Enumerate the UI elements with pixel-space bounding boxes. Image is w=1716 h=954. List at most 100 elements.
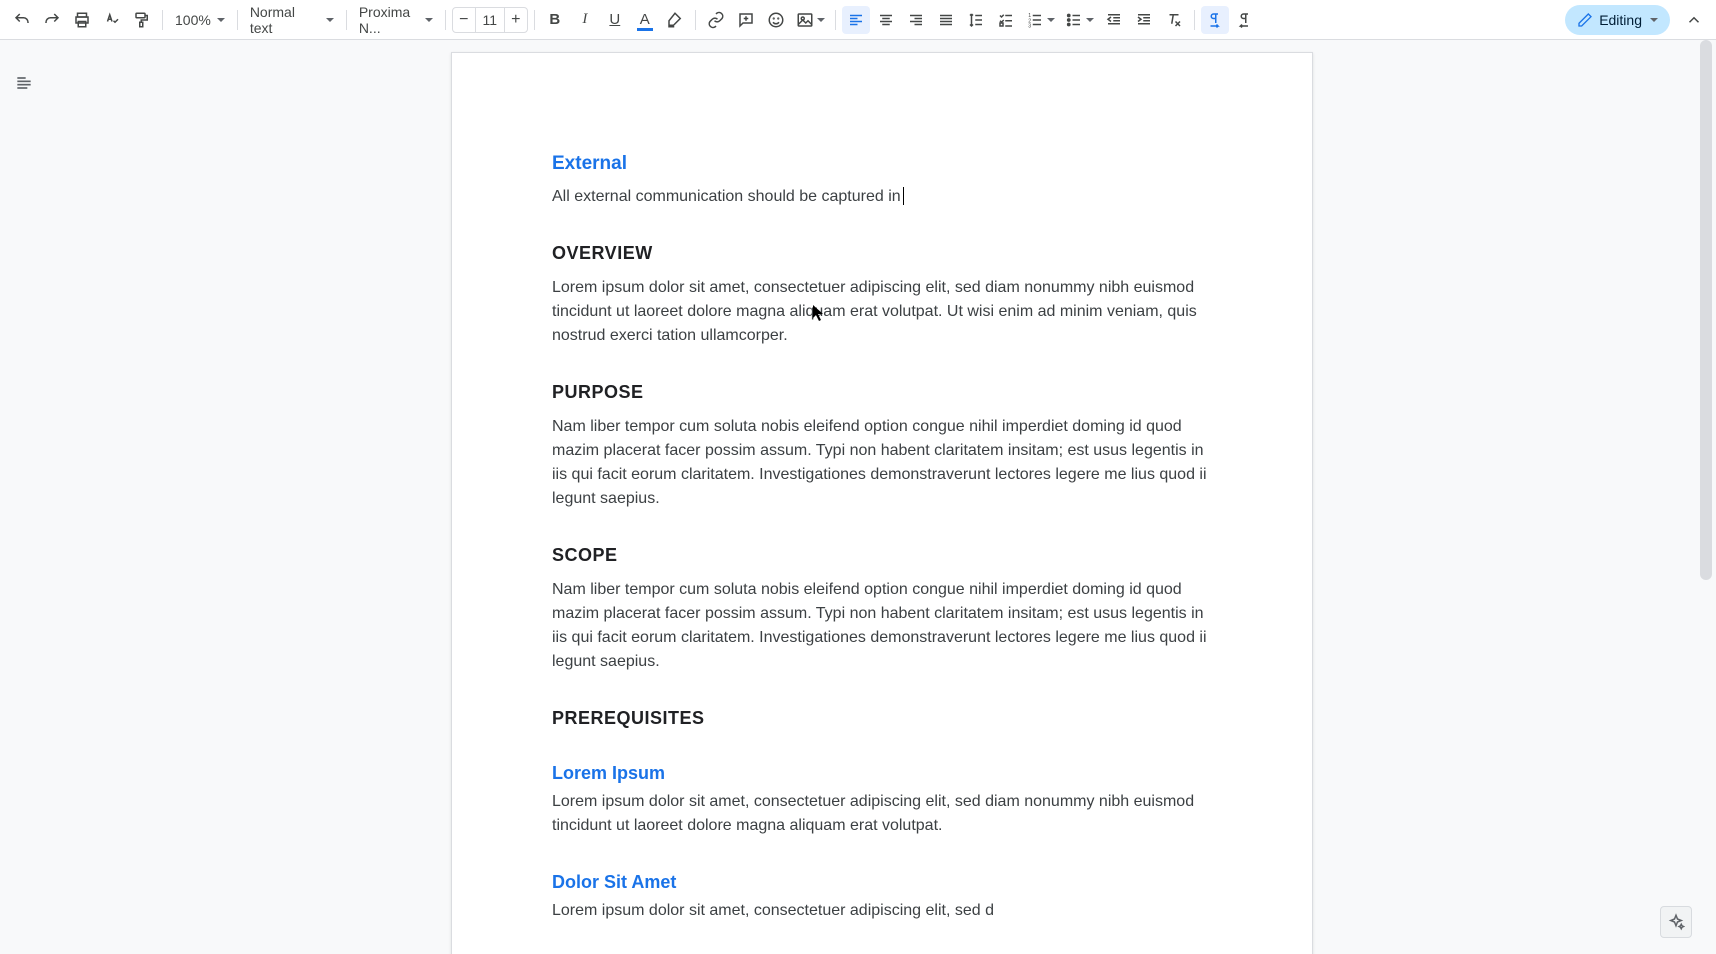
section-heading[interactable]: Dolor Sit Amet [552,872,1212,893]
print-button[interactable] [68,6,96,34]
undo-icon [13,11,31,29]
show-outline-button[interactable] [9,68,39,98]
font-dropdown[interactable]: Proxima N... [353,6,439,34]
align-center-button[interactable] [872,6,900,34]
separator [162,10,163,30]
bold-button[interactable]: B [541,6,569,34]
redo-button[interactable] [38,6,66,34]
chevron-down-icon [425,18,433,22]
document-canvas[interactable]: External All external communication shoul… [48,40,1716,954]
separator [1194,10,1195,30]
left-sidebar [0,40,48,954]
separator [534,10,535,30]
undo-button[interactable] [8,6,36,34]
font-name: Proxima N... [359,4,419,36]
insert-image-button[interactable] [792,6,829,34]
chevron-down-icon [326,18,334,22]
collapse-toolbar-button[interactable] [1680,6,1708,34]
highlighter-icon [666,11,684,29]
separator [346,10,347,30]
ltr-button[interactable] [1201,6,1229,34]
doc-section[interactable]: Lorem Ipsum Lorem ipsum dolor sit amet, c… [552,763,1212,838]
paint-format-button[interactable] [128,6,156,34]
decrease-font-size-button[interactable]: − [453,8,475,32]
doc-section[interactable]: OVERVIEW Lorem ipsum dolor sit amet, cons… [552,243,1212,348]
separator [237,10,238,30]
scrollbar-track[interactable] [1700,40,1712,954]
chevron-down-icon [1650,18,1658,22]
section-body[interactable]: Lorem ipsum dolor sit amet, consectetuer… [552,899,1212,923]
print-icon [73,11,91,29]
align-left-icon [847,11,865,29]
align-center-icon [877,11,895,29]
align-right-button[interactable] [902,6,930,34]
ltr-icon [1206,11,1224,29]
chevron-down-icon [1086,18,1094,22]
section-body[interactable]: All external communication should be cap… [552,185,1212,209]
section-heading[interactable]: OVERVIEW [552,243,1212,264]
pencil-icon [1577,12,1593,28]
section-body[interactable]: Nam liber tempor cum soluta nobis eleife… [552,578,1212,674]
numbered-list-icon: 123 [1026,11,1044,29]
insert-emoji-button[interactable] [762,6,790,34]
zoom-value: 100% [175,12,211,28]
line-spacing-button[interactable] [962,6,990,34]
add-comment-button[interactable] [732,6,760,34]
highlight-color-button[interactable] [661,6,689,34]
spellcheck-button[interactable] [98,6,126,34]
doc-section[interactable]: PREREQUISITES [552,708,1212,729]
font-size-stepper: − 11 + [452,7,528,33]
content-area: External All external communication shoul… [0,40,1716,954]
paint-roller-icon [133,11,151,29]
numbered-list-button[interactable]: 123 [1022,6,1059,34]
text-color-button[interactable]: A [631,6,659,34]
chevron-up-icon [1685,11,1703,29]
doc-section[interactable]: Dolor Sit Amet Lorem ipsum dolor sit amet… [552,872,1212,923]
doc-section[interactable]: SCOPE Nam liber tempor cum soluta nobis e… [552,545,1212,674]
doc-section[interactable]: PURPOSE Nam liber tempor cum soluta nobis… [552,382,1212,511]
document-page[interactable]: External All external communication shoul… [451,52,1313,954]
increase-font-size-button[interactable]: + [505,8,527,32]
insert-link-button[interactable] [702,6,730,34]
section-heading[interactable]: Lorem Ipsum [552,763,1212,784]
increase-indent-icon [1135,11,1153,29]
style-name: Normal text [250,4,320,36]
decrease-indent-button[interactable] [1100,6,1128,34]
section-body[interactable]: Lorem ipsum dolor sit amet, consectetuer… [552,276,1212,348]
checklist-icon [997,11,1015,29]
section-heading[interactable]: PREREQUISITES [552,708,1212,729]
scrollbar-thumb[interactable] [1700,40,1712,580]
zoom-dropdown[interactable]: 100% [169,6,231,34]
bulleted-list-button[interactable] [1061,6,1098,34]
editing-mode-button[interactable]: Editing [1565,5,1670,35]
chevron-down-icon [217,18,225,22]
underline-button[interactable]: U [601,6,629,34]
emoji-icon [767,11,785,29]
explore-button[interactable] [1660,906,1692,938]
align-left-button[interactable] [842,6,870,34]
separator [445,10,446,30]
rtl-button[interactable] [1231,6,1259,34]
align-justify-button[interactable] [932,6,960,34]
section-body[interactable]: Lorem ipsum dolor sit amet, consectetuer… [552,790,1212,838]
separator [695,10,696,30]
comment-icon [737,11,755,29]
line-spacing-icon [967,11,985,29]
increase-indent-button[interactable] [1130,6,1158,34]
align-right-icon [907,11,925,29]
section-heading[interactable]: SCOPE [552,545,1212,566]
image-icon [796,11,814,29]
styles-dropdown[interactable]: Normal text [244,6,340,34]
section-body[interactable]: Nam liber tempor cum soluta nobis eleife… [552,415,1212,511]
explore-icon [1667,913,1685,931]
checklist-button[interactable] [992,6,1020,34]
chevron-down-icon [1047,18,1055,22]
font-size-value[interactable]: 11 [475,8,505,32]
align-justify-icon [937,11,955,29]
clear-formatting-button[interactable] [1160,6,1188,34]
section-heading[interactable]: PURPOSE [552,382,1212,403]
section-heading[interactable]: External [552,153,1212,175]
rtl-icon [1236,11,1254,29]
doc-section[interactable]: External All external communication shoul… [552,153,1212,209]
italic-button[interactable]: I [571,6,599,34]
